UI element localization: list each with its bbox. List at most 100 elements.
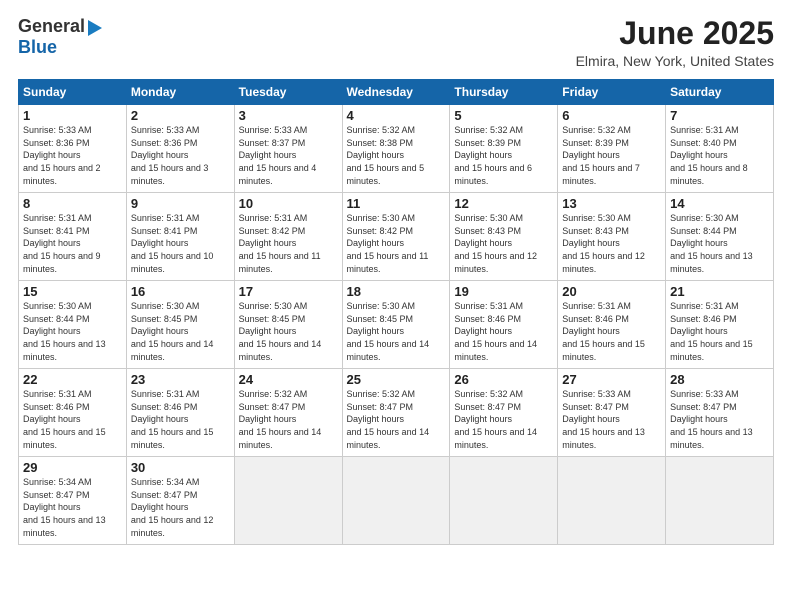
sunrise-label: Sunrise: 5:31 AM <box>670 301 739 311</box>
day-number: 29 <box>23 460 122 475</box>
daylight-label: Daylight hours <box>239 414 297 424</box>
daylight-value: and 15 hours and 10 minutes. <box>131 251 214 274</box>
day-number: 7 <box>670 108 769 123</box>
table-row: 13 Sunrise: 5:30 AM Sunset: 8:43 PM Dayl… <box>558 193 666 281</box>
sunrise-label: Sunrise: 5:31 AM <box>562 301 631 311</box>
daylight-value: and 15 hours and 15 minutes. <box>562 339 645 362</box>
sunset-label: Sunset: 8:42 PM <box>239 226 306 236</box>
day-info: Sunrise: 5:30 AM Sunset: 8:42 PM Dayligh… <box>347 212 446 275</box>
day-number: 10 <box>239 196 338 211</box>
day-info: Sunrise: 5:33 AM Sunset: 8:36 PM Dayligh… <box>131 124 230 187</box>
logo-general: General <box>18 16 85 37</box>
day-number: 8 <box>23 196 122 211</box>
day-number: 14 <box>670 196 769 211</box>
daylight-value: and 15 hours and 3 minutes. <box>131 163 209 186</box>
table-row: 18 Sunrise: 5:30 AM Sunset: 8:45 PM Dayl… <box>342 281 450 369</box>
sunset-label: Sunset: 8:46 PM <box>454 314 521 324</box>
month-title: June 2025 <box>576 16 774 51</box>
daylight-label: Daylight hours <box>562 238 620 248</box>
sunset-label: Sunset: 8:45 PM <box>131 314 198 324</box>
daylight-value: and 15 hours and 11 minutes. <box>347 251 429 274</box>
sunset-label: Sunset: 8:37 PM <box>239 138 306 148</box>
sunset-label: Sunset: 8:47 PM <box>23 490 90 500</box>
daylight-label: Daylight hours <box>23 238 81 248</box>
sunrise-label: Sunrise: 5:32 AM <box>562 125 631 135</box>
sunrise-label: Sunrise: 5:34 AM <box>131 477 200 487</box>
daylight-value: and 15 hours and 7 minutes. <box>562 163 640 186</box>
day-info: Sunrise: 5:32 AM Sunset: 8:47 PM Dayligh… <box>454 388 553 451</box>
table-row: 1 Sunrise: 5:33 AM Sunset: 8:36 PM Dayli… <box>19 105 127 193</box>
daylight-value: and 15 hours and 6 minutes. <box>454 163 532 186</box>
day-info: Sunrise: 5:30 AM Sunset: 8:43 PM Dayligh… <box>562 212 661 275</box>
day-info: Sunrise: 5:31 AM Sunset: 8:41 PM Dayligh… <box>23 212 122 275</box>
day-number: 18 <box>347 284 446 299</box>
table-row: 22 Sunrise: 5:31 AM Sunset: 8:46 PM Dayl… <box>19 369 127 457</box>
daylight-value: and 15 hours and 13 minutes. <box>23 515 106 538</box>
day-number: 17 <box>239 284 338 299</box>
day-info: Sunrise: 5:31 AM Sunset: 8:46 PM Dayligh… <box>562 300 661 363</box>
sunset-label: Sunset: 8:41 PM <box>131 226 198 236</box>
day-info: Sunrise: 5:32 AM Sunset: 8:39 PM Dayligh… <box>454 124 553 187</box>
day-number: 15 <box>23 284 122 299</box>
daylight-value: and 15 hours and 14 minutes. <box>239 339 322 362</box>
daylight-label: Daylight hours <box>239 326 297 336</box>
table-row: 17 Sunrise: 5:30 AM Sunset: 8:45 PM Dayl… <box>234 281 342 369</box>
daylight-value: and 15 hours and 8 minutes. <box>670 163 748 186</box>
daylight-label: Daylight hours <box>454 326 512 336</box>
table-row: 25 Sunrise: 5:32 AM Sunset: 8:47 PM Dayl… <box>342 369 450 457</box>
sunset-label: Sunset: 8:47 PM <box>454 402 521 412</box>
daylight-value: and 15 hours and 13 minutes. <box>23 339 106 362</box>
table-row <box>342 457 450 545</box>
sunrise-label: Sunrise: 5:32 AM <box>347 389 416 399</box>
daylight-label: Daylight hours <box>131 414 189 424</box>
daylight-value: and 15 hours and 15 minutes. <box>23 427 106 450</box>
calendar-header-row: Sunday Monday Tuesday Wednesday Thursday… <box>19 80 774 105</box>
daylight-value: and 15 hours and 5 minutes. <box>347 163 425 186</box>
daylight-value: and 15 hours and 12 minutes. <box>562 251 645 274</box>
table-row: 30 Sunrise: 5:34 AM Sunset: 8:47 PM Dayl… <box>126 457 234 545</box>
col-saturday: Saturday <box>666 80 774 105</box>
daylight-value: and 15 hours and 14 minutes. <box>131 339 214 362</box>
sunrise-label: Sunrise: 5:31 AM <box>454 301 523 311</box>
table-row: 14 Sunrise: 5:30 AM Sunset: 8:44 PM Dayl… <box>666 193 774 281</box>
daylight-label: Daylight hours <box>454 238 512 248</box>
daylight-value: and 15 hours and 11 minutes. <box>239 251 321 274</box>
daylight-label: Daylight hours <box>562 150 620 160</box>
sunrise-label: Sunrise: 5:30 AM <box>131 301 200 311</box>
day-number: 23 <box>131 372 230 387</box>
sunrise-label: Sunrise: 5:30 AM <box>670 213 739 223</box>
day-info: Sunrise: 5:31 AM Sunset: 8:40 PM Dayligh… <box>670 124 769 187</box>
sunrise-label: Sunrise: 5:30 AM <box>562 213 631 223</box>
page: General Blue June 2025 Elmira, New York,… <box>0 0 792 612</box>
sunset-label: Sunset: 8:36 PM <box>23 138 90 148</box>
calendar-week-row: 22 Sunrise: 5:31 AM Sunset: 8:46 PM Dayl… <box>19 369 774 457</box>
sunrise-label: Sunrise: 5:32 AM <box>454 125 523 135</box>
table-row <box>558 457 666 545</box>
day-info: Sunrise: 5:32 AM Sunset: 8:47 PM Dayligh… <box>347 388 446 451</box>
day-number: 25 <box>347 372 446 387</box>
sunset-label: Sunset: 8:42 PM <box>347 226 414 236</box>
table-row: 6 Sunrise: 5:32 AM Sunset: 8:39 PM Dayli… <box>558 105 666 193</box>
sunset-label: Sunset: 8:46 PM <box>670 314 737 324</box>
day-number: 12 <box>454 196 553 211</box>
sunrise-label: Sunrise: 5:30 AM <box>347 301 416 311</box>
sunset-label: Sunset: 8:39 PM <box>454 138 521 148</box>
daylight-label: Daylight hours <box>347 326 405 336</box>
sunrise-label: Sunrise: 5:31 AM <box>23 389 92 399</box>
daylight-label: Daylight hours <box>23 414 81 424</box>
day-info: Sunrise: 5:31 AM Sunset: 8:46 PM Dayligh… <box>131 388 230 451</box>
table-row: 4 Sunrise: 5:32 AM Sunset: 8:38 PM Dayli… <box>342 105 450 193</box>
daylight-value: and 15 hours and 14 minutes. <box>239 427 322 450</box>
sunset-label: Sunset: 8:43 PM <box>562 226 629 236</box>
day-info: Sunrise: 5:34 AM Sunset: 8:47 PM Dayligh… <box>131 476 230 539</box>
day-number: 13 <box>562 196 661 211</box>
table-row: 26 Sunrise: 5:32 AM Sunset: 8:47 PM Dayl… <box>450 369 558 457</box>
sunrise-label: Sunrise: 5:34 AM <box>23 477 92 487</box>
day-info: Sunrise: 5:30 AM Sunset: 8:45 PM Dayligh… <box>131 300 230 363</box>
daylight-value: and 15 hours and 13 minutes. <box>670 427 753 450</box>
daylight-label: Daylight hours <box>454 414 512 424</box>
daylight-label: Daylight hours <box>131 326 189 336</box>
day-number: 5 <box>454 108 553 123</box>
sunrise-label: Sunrise: 5:32 AM <box>239 389 308 399</box>
sunset-label: Sunset: 8:39 PM <box>562 138 629 148</box>
